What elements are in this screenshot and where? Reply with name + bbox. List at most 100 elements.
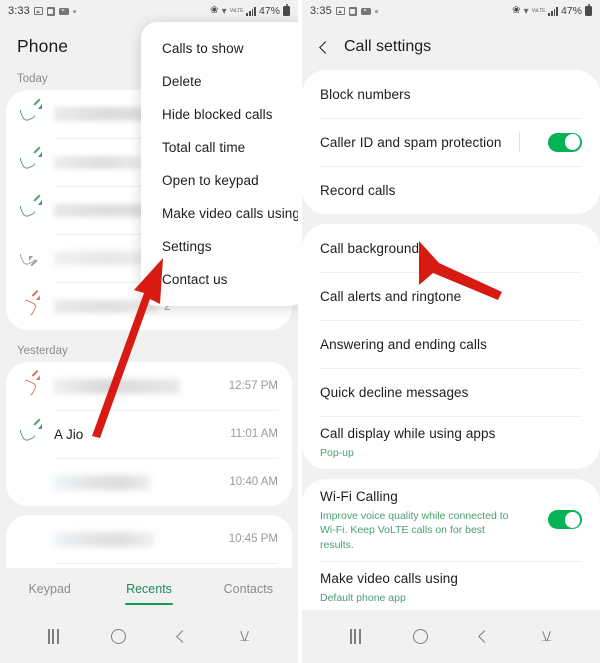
back-icon[interactable] (176, 630, 189, 643)
menu-item-open-to-keypad[interactable]: Open to keypad (141, 164, 298, 197)
wifi-icon: ▾ (221, 5, 227, 17)
tab-keypad[interactable]: Keypad (0, 582, 99, 596)
settings-row-caller-id-spam[interactable]: Caller ID and spam protection (302, 118, 600, 166)
accessibility-icon[interactable]: ⚺ (541, 628, 552, 645)
settings-row-text-block: Make video calls using Default phone app (320, 570, 458, 605)
menu-item-calls-to-show[interactable]: Calls to show (141, 32, 298, 65)
settings-row-wifi-calling[interactable]: Wi-Fi Calling Improve voice quality whil… (302, 479, 600, 561)
home-icon[interactable] (412, 629, 428, 644)
system-nav-bar-right: ⚺ (302, 610, 600, 663)
status-bar-left-group: 3:33 (8, 5, 76, 17)
incoming-call-icon (18, 247, 42, 269)
battery-icon (283, 4, 290, 16)
table-row[interactable]: A Jio 11:01 AM (6, 410, 292, 458)
settings-row-label: Caller ID and spam protection (320, 134, 502, 150)
call-list-card-yesterday: 12:57 PM A Jio 11:01 AM 10:40 AM (6, 362, 292, 506)
menu-item-contact-us[interactable]: Contact us (141, 263, 298, 296)
tab-recents[interactable]: Recents (99, 582, 198, 596)
status-bar-right-group: ❀ ▾ VoLTE 47% (512, 4, 592, 17)
battery-percent: 47% (560, 5, 582, 17)
table-row[interactable]: 10:40 AM (6, 458, 292, 506)
wifi-icon: ▾ (523, 5, 529, 17)
settings-header: Call settings (302, 22, 600, 70)
table-row[interactable]: 10:45 PM (6, 515, 292, 563)
left-screen-phone-app: 3:33 ❀ ▾ VoLTE 47% Phone Today (2 (0, 0, 298, 663)
bluetooth-icon: ❀ (210, 5, 219, 16)
menu-item-make-video-calls-using[interactable]: Make video calls using (141, 197, 298, 230)
settings-group-1: Block numbers Caller ID and spam protect… (302, 70, 600, 214)
missed-call-icon (18, 375, 42, 398)
menu-item-total-call-time[interactable]: Total call time (141, 131, 298, 164)
accessibility-icon[interactable]: ⚺ (239, 628, 250, 645)
settings-row-block-numbers[interactable]: Block numbers (302, 70, 600, 118)
call-timestamp: 11:01 AM (230, 428, 278, 440)
settings-row-subtitle: Default phone app (320, 591, 406, 604)
settings-row-label: Quick decline messages (320, 384, 469, 400)
toggle-wifi-calling[interactable] (548, 510, 582, 530)
bluetooth-icon: ❀ (512, 5, 521, 16)
redacted-contact (54, 299, 158, 313)
settings-row-label: Call display while using apps (320, 426, 496, 441)
settings-row-answering-ending-calls[interactable]: Answering and ending calls (302, 320, 600, 368)
video-icon (58, 7, 69, 15)
settings-row-label: Record calls (320, 182, 396, 198)
redacted-contact (54, 155, 142, 169)
system-nav-bar-left: ⚺ (0, 610, 298, 663)
menu-item-settings[interactable]: Settings (141, 230, 298, 263)
settings-row-label: Answering and ending calls (320, 336, 487, 352)
redacted-contact (54, 378, 180, 394)
settings-row-subtitle: Improve voice quality while connected to… (320, 510, 509, 551)
signal-icon (548, 6, 558, 16)
back-icon[interactable] (478, 630, 491, 643)
settings-title: Call settings (344, 38, 432, 55)
recents-icon[interactable] (48, 629, 59, 644)
settings-row-label: Wi-Fi Calling (320, 489, 398, 505)
settings-row-call-display-using-apps[interactable]: Call display while using apps Pop-up (302, 416, 600, 469)
call-timestamp: 10:45 PM (228, 533, 278, 545)
toggle-caller-id-spam[interactable] (548, 132, 582, 152)
table-row[interactable]: 12:57 PM (6, 362, 292, 410)
outgoing-call-icon (18, 103, 42, 125)
settings-group-2: Call background Call alerts and ringtone… (302, 224, 600, 470)
menu-item-delete[interactable]: Delete (141, 65, 298, 98)
tab-contacts[interactable]: Contacts (199, 582, 298, 596)
menu-item-hide-blocked-calls[interactable]: Hide blocked calls (141, 98, 298, 131)
settings-row-record-calls[interactable]: Record calls (302, 166, 600, 214)
status-bar-left-group: 3:35 (310, 5, 378, 17)
battery-icon (585, 4, 592, 16)
image-icon (33, 7, 43, 15)
right-screen-call-settings: 3:35 ❀ ▾ VoLTE 47% Call settings Block n… (302, 0, 600, 663)
settings-row-make-video-calls-using[interactable]: Make video calls using Default phone app (302, 560, 600, 614)
battery-percent: 47% (258, 5, 280, 17)
settings-row-call-background[interactable]: Call background (302, 224, 600, 272)
bottom-tab-bar: Keypad Recents Contacts (0, 568, 298, 610)
back-chevron-icon[interactable] (319, 40, 332, 54)
outgoing-call-icon (18, 199, 42, 221)
outgoing-call-icon (18, 423, 42, 445)
settings-row-call-alerts-ringtone[interactable]: Call alerts and ringtone (302, 272, 600, 320)
dot-icon (72, 9, 76, 13)
settings-row-text-block: Call display while using apps Pop-up (320, 425, 496, 460)
settings-row-subtitle: Pop-up (320, 447, 354, 459)
redacted-contact (54, 474, 150, 490)
recents-icon[interactable] (350, 629, 361, 644)
overflow-menu[interactable]: Calls to show Delete Hide blocked calls … (141, 22, 298, 306)
settings-row-text-block: Wi-Fi Calling Improve voice quality whil… (320, 488, 520, 552)
settings-row-label: Block numbers (320, 86, 411, 102)
status-time: 3:35 (310, 5, 332, 17)
missed-call-icon (18, 295, 42, 318)
redacted-contact (54, 531, 154, 547)
status-bar-left: 3:33 ❀ ▾ VoLTE 47% (0, 0, 298, 22)
settings-row-label: Call alerts and ringtone (320, 288, 462, 304)
settings-row-label: Make video calls using (320, 570, 459, 586)
divider (518, 132, 520, 152)
settings-row-label: Call background (320, 240, 420, 256)
dual-screenshot-container: 3:33 ❀ ▾ VoLTE 47% Phone Today (2 (0, 0, 600, 663)
signal-icon (246, 6, 256, 16)
call-direction-icon (20, 471, 42, 493)
status-bar-right: 3:35 ❀ ▾ VoLTE 47% (302, 0, 600, 22)
section-label-yesterday: Yesterday (17, 345, 68, 357)
home-icon[interactable] (110, 629, 126, 644)
app-icon (46, 6, 55, 16)
settings-row-quick-decline-messages[interactable]: Quick decline messages (302, 368, 600, 416)
